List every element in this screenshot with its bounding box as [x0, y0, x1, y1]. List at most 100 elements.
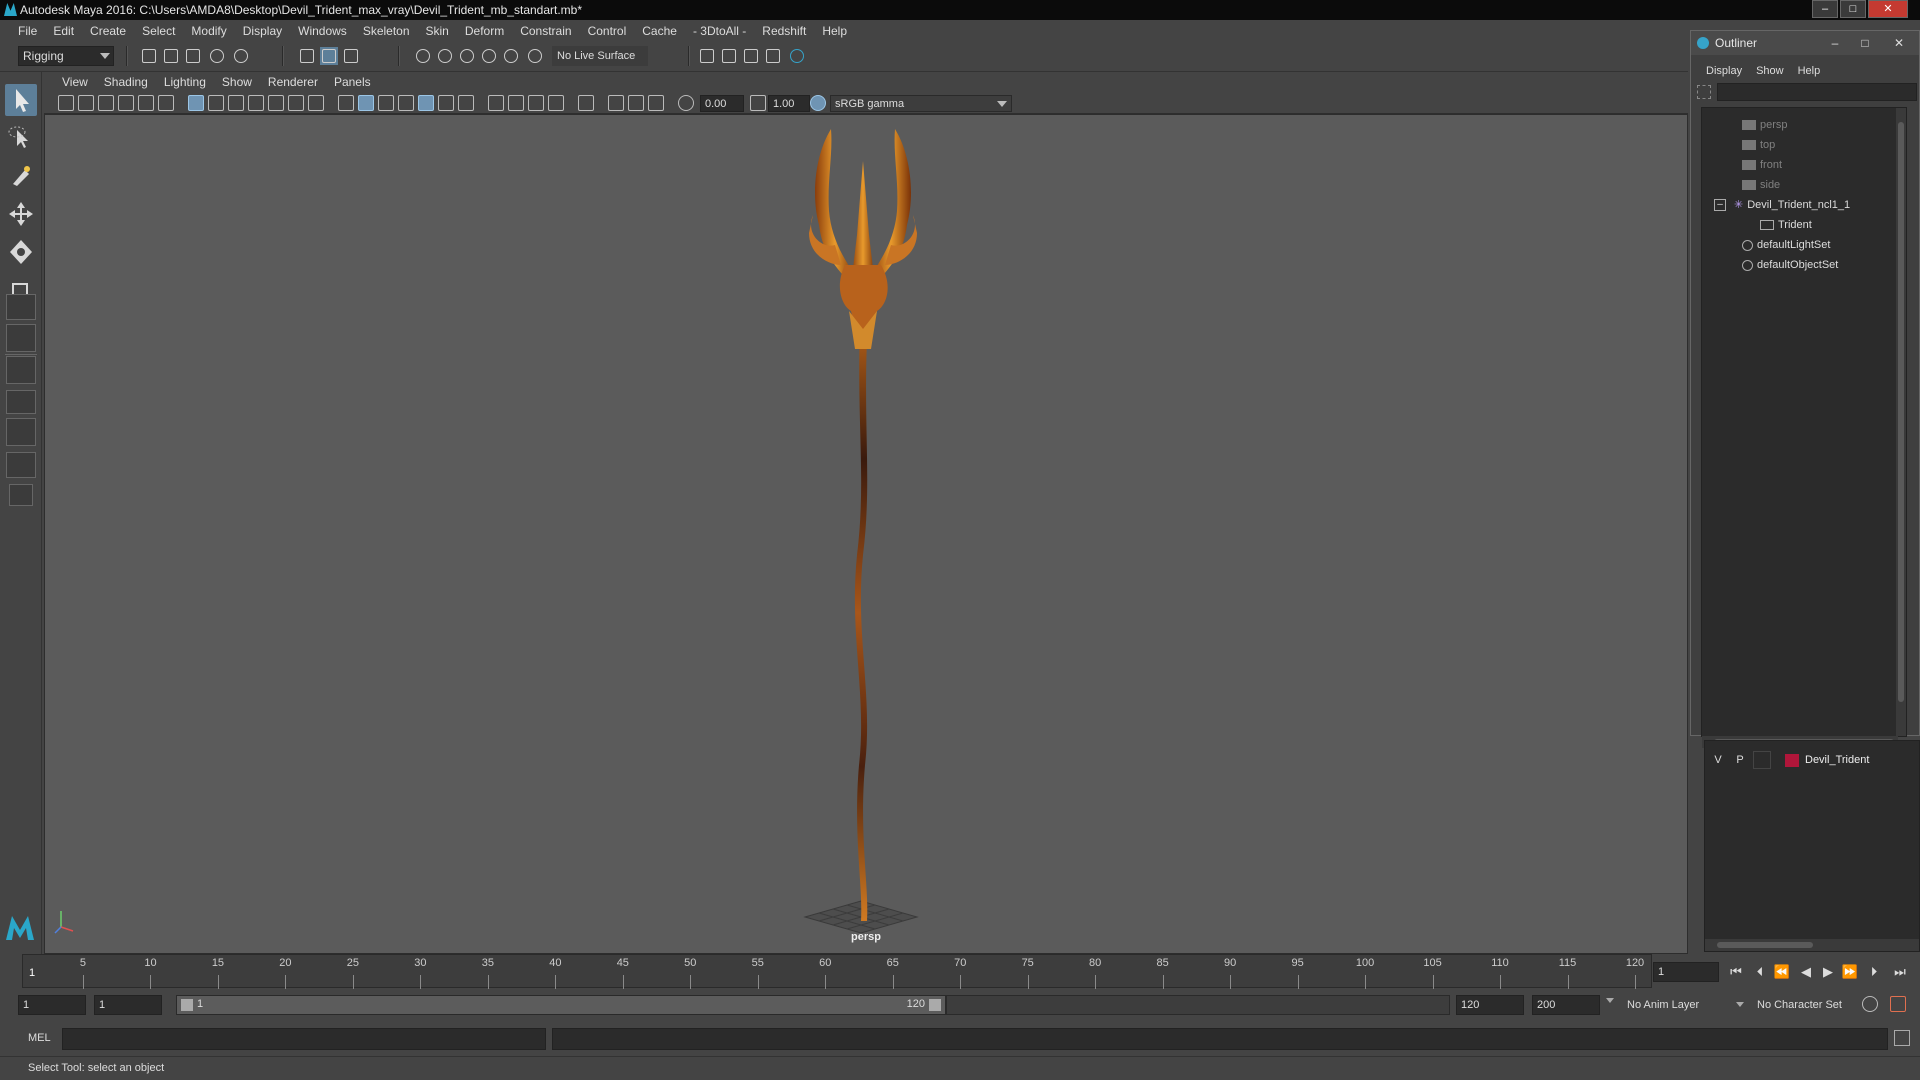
- menu-windows[interactable]: Windows: [290, 20, 355, 42]
- safe-action-icon[interactable]: [288, 95, 304, 111]
- step-forward-frame-icon[interactable]: ⏩: [1840, 963, 1860, 981]
- open-scene-icon[interactable]: [162, 47, 180, 65]
- layer-row[interactable]: V P Devil_Trident: [1709, 751, 1915, 769]
- persp-graph-layout-icon[interactable]: [6, 390, 36, 414]
- chevron-down-icon[interactable]: [1606, 998, 1614, 1003]
- outliner-item-top[interactable]: top: [1742, 136, 1775, 154]
- field-chart-icon[interactable]: [268, 95, 284, 111]
- outliner-item-front[interactable]: front: [1742, 156, 1782, 174]
- menu-redshift[interactable]: Redshift: [754, 20, 814, 42]
- select-component-icon[interactable]: [342, 47, 360, 65]
- menu-help[interactable]: Help: [814, 20, 855, 42]
- snap-surface-icon[interactable]: [502, 47, 520, 65]
- outliner-maximize-button[interactable]: □: [1855, 35, 1875, 51]
- exposure-field[interactable]: 0.00: [700, 95, 744, 112]
- outliner-item-trident[interactable]: Trident: [1760, 216, 1812, 234]
- anim-layer-dropdown[interactable]: No Anim Layer: [1622, 995, 1740, 1015]
- 2d-pan-zoom-icon[interactable]: [138, 95, 154, 111]
- trident-model[interactable]: [809, 129, 917, 921]
- rotate-tool-icon[interactable]: [5, 236, 37, 268]
- persp-outliner-layout-icon[interactable]: [6, 356, 36, 384]
- scene-start-field[interactable]: 1: [18, 995, 86, 1015]
- layer-color-swatch[interactable]: [1785, 754, 1799, 767]
- menu-edit[interactable]: Edit: [45, 20, 82, 42]
- menu-constrain[interactable]: Constrain: [512, 20, 579, 42]
- menu-create[interactable]: Create: [82, 20, 134, 42]
- outliner-search-input[interactable]: [1717, 83, 1917, 101]
- lasso-tool-icon[interactable]: [5, 122, 37, 154]
- shadows-icon[interactable]: [458, 95, 474, 111]
- playback-end-field[interactable]: 120: [1456, 995, 1524, 1015]
- view-transform-dropdown[interactable]: sRGB gamma: [830, 95, 1012, 112]
- current-frame-field[interactable]: 1: [1653, 962, 1719, 982]
- menu-cache[interactable]: Cache: [634, 20, 685, 42]
- redo-icon[interactable]: [232, 47, 250, 65]
- motion-blur-icon[interactable]: [508, 95, 524, 111]
- command-language-label[interactable]: MEL: [28, 1032, 51, 1044]
- grid-icon[interactable]: [188, 95, 204, 111]
- outliner-tree[interactable]: persp top front side – ✳ Devil_Trident_ncl…: [1701, 107, 1907, 748]
- menu-skin[interactable]: Skin: [418, 20, 457, 42]
- snap-point-icon[interactable]: [458, 47, 476, 65]
- outliner-item-defaultlightset[interactable]: defaultLightSet: [1742, 236, 1830, 254]
- range-track[interactable]: [946, 995, 1450, 1015]
- play-forwards-icon[interactable]: ▶: [1818, 963, 1838, 981]
- panel-menu-view[interactable]: View: [54, 75, 96, 89]
- render-settings-icon[interactable]: [698, 47, 716, 65]
- persp-graph-hypershade-layout-icon[interactable]: [6, 452, 36, 478]
- select-camera-icon[interactable]: [58, 95, 74, 111]
- step-back-key-icon[interactable]: ⏴: [1750, 963, 1770, 981]
- xray-icon[interactable]: [608, 95, 624, 111]
- wireframe-on-shaded-icon[interactable]: [398, 95, 414, 111]
- outliner-menu-help[interactable]: Help: [1791, 61, 1828, 81]
- default-lighting-icon[interactable]: [378, 95, 394, 111]
- range-end-handle[interactable]: [929, 999, 941, 1011]
- range-start-handle[interactable]: [181, 999, 193, 1011]
- isolate-select-icon[interactable]: [578, 95, 594, 111]
- scrollbar-thumb[interactable]: [1898, 122, 1904, 702]
- depth-of-field-icon[interactable]: [548, 95, 564, 111]
- outliner-item-group[interactable]: – ✳ Devil_Trident_ncl1_1: [1714, 196, 1850, 214]
- layer-horizontal-scrollbar[interactable]: [1705, 939, 1919, 951]
- resolution-gate-icon[interactable]: [228, 95, 244, 111]
- maximize-button[interactable]: □: [1840, 0, 1866, 18]
- outliner-item-defaultobjectset[interactable]: defaultObjectSet: [1742, 256, 1838, 274]
- exposure-icon[interactable]: [678, 95, 694, 111]
- render-view-icon[interactable]: [764, 47, 782, 65]
- script-editor-icon[interactable]: [1894, 1030, 1910, 1046]
- xray-components-icon[interactable]: [648, 95, 664, 111]
- step-back-frame-icon[interactable]: ⏪: [1772, 963, 1792, 981]
- character-set-dropdown[interactable]: No Character Set: [1752, 995, 1864, 1015]
- viewport-persp[interactable]: persp: [44, 114, 1688, 954]
- hypershade-icon[interactable]: [788, 47, 806, 65]
- outliner-menu-show[interactable]: Show: [1749, 61, 1791, 81]
- playback-start-field[interactable]: 1: [94, 995, 162, 1015]
- use-all-lights-icon[interactable]: [438, 95, 454, 111]
- menu-select[interactable]: Select: [134, 20, 183, 42]
- outliner-close-button[interactable]: ✕: [1889, 35, 1909, 51]
- outliner-item-side[interactable]: side: [1742, 176, 1780, 194]
- play-backwards-icon[interactable]: ◀: [1796, 963, 1816, 981]
- layer-display-type-toggle[interactable]: [1753, 751, 1771, 769]
- snap-view-icon[interactable]: [480, 47, 498, 65]
- layer-playback-toggle[interactable]: P: [1731, 751, 1749, 769]
- menu-control[interactable]: Control: [580, 20, 635, 42]
- snap-edge-icon[interactable]: [526, 47, 544, 65]
- command-input[interactable]: [62, 1028, 546, 1050]
- single-perspective-layout-icon[interactable]: [6, 294, 36, 320]
- menu-display[interactable]: Display: [235, 20, 290, 42]
- select-hierarchy-icon[interactable]: [298, 47, 316, 65]
- ipr-render-icon[interactable]: [742, 47, 760, 65]
- menu-file[interactable]: File: [10, 20, 45, 42]
- panel-menu-panels[interactable]: Panels: [326, 75, 379, 89]
- menu-deform[interactable]: Deform: [457, 20, 512, 42]
- close-button[interactable]: ✕: [1868, 0, 1908, 18]
- anti-aliasing-icon[interactable]: [528, 95, 544, 111]
- layer-visibility-toggle[interactable]: V: [1709, 751, 1727, 769]
- undo-icon[interactable]: [208, 47, 226, 65]
- scene-end-field[interactable]: 200: [1532, 995, 1600, 1015]
- smooth-shade-icon[interactable]: [358, 95, 374, 111]
- panel-menu-show[interactable]: Show: [214, 75, 260, 89]
- gamma-icon[interactable]: [750, 95, 766, 111]
- live-surface-field[interactable]: No Live Surface: [552, 46, 648, 66]
